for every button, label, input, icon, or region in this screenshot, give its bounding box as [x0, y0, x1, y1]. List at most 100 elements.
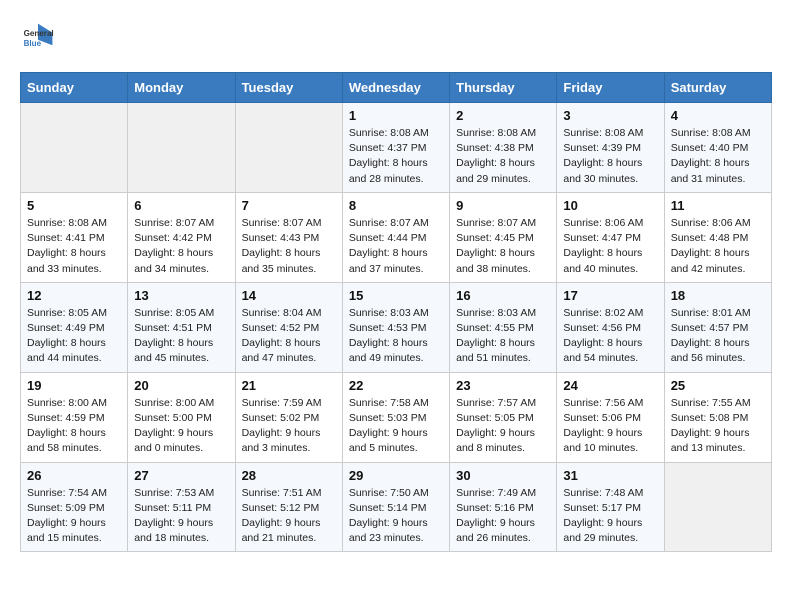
weekday-header-wednesday: Wednesday	[342, 73, 449, 103]
day-info: Sunrise: 7:57 AM Sunset: 5:05 PM Dayligh…	[456, 396, 550, 457]
day-info: Sunrise: 8:00 AM Sunset: 5:00 PM Dayligh…	[134, 396, 228, 457]
day-number: 22	[349, 378, 443, 393]
day-number: 23	[456, 378, 550, 393]
calendar-cell: 31Sunrise: 7:48 AM Sunset: 5:17 PM Dayli…	[557, 462, 664, 552]
day-info: Sunrise: 7:59 AM Sunset: 5:02 PM Dayligh…	[242, 396, 336, 457]
calendar-cell: 18 Sunrise: 8:01 AM Sunset: 4:57 PM Dayli…	[664, 282, 771, 372]
weekday-header-thursday: Thursday	[450, 73, 557, 103]
day-number: 8	[349, 198, 443, 213]
day-info: Sunrise: 8:00 AM Sunset: 4:59 PM Dayligh…	[27, 396, 121, 457]
calendar-cell: 7Sunrise: 8:07 AM Sunset: 4:43 PM Daylig…	[235, 192, 342, 282]
day-info: Sunrise: 7:49 AM Sunset: 5:16 PM Dayligh…	[456, 486, 550, 547]
day-info: Sunrise: 8:07 AM Sunset: 4:44 PM Dayligh…	[349, 216, 443, 277]
day-number: 9	[456, 198, 550, 213]
day-number: 19	[27, 378, 121, 393]
calendar-cell	[21, 103, 128, 193]
day-number: 4	[671, 108, 765, 123]
day-info: Sunrise: 8:08 AM Sunset: 4:38 PM Dayligh…	[456, 126, 550, 187]
calendar-cell: 15 Sunrise: 8:03 AM Sunset: 4:53 PM Dayli…	[342, 282, 449, 372]
calendar-cell: 10 Sunrise: 8:06 AM Sunset: 4:47 PM Dayli…	[557, 192, 664, 282]
day-info: Sunrise: 8:04 AM Sunset: 4:52 PM Dayligh…	[242, 306, 336, 367]
calendar-cell: 11 Sunrise: 8:06 AM Sunset: 4:48 PM Dayli…	[664, 192, 771, 282]
day-info: Sunrise: 8:05 AM Sunset: 4:49 PM Dayligh…	[27, 306, 121, 367]
calendar-cell	[128, 103, 235, 193]
day-info: Sunrise: 7:48 AM Sunset: 5:17 PM Dayligh…	[563, 486, 657, 547]
calendar-cell	[664, 462, 771, 552]
calendar-cell: 22 Sunrise: 7:58 AM Sunset: 5:03 PM Dayli…	[342, 372, 449, 462]
day-info: Sunrise: 7:51 AM Sunset: 5:12 PM Dayligh…	[242, 486, 336, 547]
day-info: Sunrise: 8:08 AM Sunset: 4:41 PM Dayligh…	[27, 216, 121, 277]
day-number: 12	[27, 288, 121, 303]
day-number: 17	[563, 288, 657, 303]
day-number: 5	[27, 198, 121, 213]
calendar-cell: 12 Sunrise: 8:05 AM Sunset: 4:49 PM Dayli…	[21, 282, 128, 372]
weekday-header-tuesday: Tuesday	[235, 73, 342, 103]
calendar-week-4: 19 Sunrise: 8:00 AM Sunset: 4:59 PM Dayli…	[21, 372, 772, 462]
day-number: 30	[456, 468, 550, 483]
calendar-cell: 4 Sunrise: 8:08 AM Sunset: 4:40 PM Daylig…	[664, 103, 771, 193]
day-info: Sunrise: 8:08 AM Sunset: 4:40 PM Dayligh…	[671, 126, 765, 187]
page-header: General Blue	[20, 20, 772, 56]
calendar-cell: 8 Sunrise: 8:07 AM Sunset: 4:44 PM Daylig…	[342, 192, 449, 282]
calendar-cell: 14 Sunrise: 8:04 AM Sunset: 4:52 PM Dayli…	[235, 282, 342, 372]
day-info: Sunrise: 8:05 AM Sunset: 4:51 PM Dayligh…	[134, 306, 228, 367]
day-number: 14	[242, 288, 336, 303]
day-number: 1	[349, 108, 443, 123]
calendar-cell: 1Sunrise: 8:08 AM Sunset: 4:37 PM Daylig…	[342, 103, 449, 193]
day-number: 24	[563, 378, 657, 393]
day-info: Sunrise: 8:07 AM Sunset: 4:42 PM Dayligh…	[134, 216, 228, 277]
calendar-cell: 17 Sunrise: 8:02 AM Sunset: 4:56 PM Dayli…	[557, 282, 664, 372]
calendar-cell: 21 Sunrise: 7:59 AM Sunset: 5:02 PM Dayli…	[235, 372, 342, 462]
svg-text:General: General	[24, 29, 54, 38]
calendar-table: SundayMondayTuesdayWednesdayThursdayFrid…	[20, 72, 772, 552]
calendar-cell: 29Sunrise: 7:50 AM Sunset: 5:14 PM Dayli…	[342, 462, 449, 552]
weekday-header-friday: Friday	[557, 73, 664, 103]
day-info: Sunrise: 8:03 AM Sunset: 4:55 PM Dayligh…	[456, 306, 550, 367]
day-info: Sunrise: 8:01 AM Sunset: 4:57 PM Dayligh…	[671, 306, 765, 367]
day-info: Sunrise: 7:53 AM Sunset: 5:11 PM Dayligh…	[134, 486, 228, 547]
calendar-cell: 9 Sunrise: 8:07 AM Sunset: 4:45 PM Daylig…	[450, 192, 557, 282]
day-number: 26	[27, 468, 121, 483]
calendar-week-3: 12 Sunrise: 8:05 AM Sunset: 4:49 PM Dayli…	[21, 282, 772, 372]
weekday-header-saturday: Saturday	[664, 73, 771, 103]
day-info: Sunrise: 8:06 AM Sunset: 4:47 PM Dayligh…	[563, 216, 657, 277]
logo: General Blue	[20, 20, 56, 56]
weekday-header-monday: Monday	[128, 73, 235, 103]
day-number: 18	[671, 288, 765, 303]
calendar-cell: 6 Sunrise: 8:07 AM Sunset: 4:42 PM Daylig…	[128, 192, 235, 282]
calendar-cell: 2 Sunrise: 8:08 AM Sunset: 4:38 PM Daylig…	[450, 103, 557, 193]
calendar-header-row: SundayMondayTuesdayWednesdayThursdayFrid…	[21, 73, 772, 103]
day-number: 20	[134, 378, 228, 393]
day-number: 2	[456, 108, 550, 123]
day-info: Sunrise: 8:06 AM Sunset: 4:48 PM Dayligh…	[671, 216, 765, 277]
day-info: Sunrise: 7:55 AM Sunset: 5:08 PM Dayligh…	[671, 396, 765, 457]
day-info: Sunrise: 8:02 AM Sunset: 4:56 PM Dayligh…	[563, 306, 657, 367]
calendar-cell: 24 Sunrise: 7:56 AM Sunset: 5:06 PM Dayli…	[557, 372, 664, 462]
day-number: 28	[242, 468, 336, 483]
day-number: 25	[671, 378, 765, 393]
day-number: 6	[134, 198, 228, 213]
day-number: 11	[671, 198, 765, 213]
day-number: 27	[134, 468, 228, 483]
calendar-week-5: 26Sunrise: 7:54 AM Sunset: 5:09 PM Dayli…	[21, 462, 772, 552]
day-info: Sunrise: 8:03 AM Sunset: 4:53 PM Dayligh…	[349, 306, 443, 367]
day-info: Sunrise: 7:56 AM Sunset: 5:06 PM Dayligh…	[563, 396, 657, 457]
day-number: 21	[242, 378, 336, 393]
day-number: 29	[349, 468, 443, 483]
calendar-cell	[235, 103, 342, 193]
day-info: Sunrise: 7:58 AM Sunset: 5:03 PM Dayligh…	[349, 396, 443, 457]
calendar-cell: 26Sunrise: 7:54 AM Sunset: 5:09 PM Dayli…	[21, 462, 128, 552]
day-number: 15	[349, 288, 443, 303]
day-number: 13	[134, 288, 228, 303]
calendar-cell: 23 Sunrise: 7:57 AM Sunset: 5:05 PM Dayli…	[450, 372, 557, 462]
day-info: Sunrise: 8:07 AM Sunset: 4:45 PM Dayligh…	[456, 216, 550, 277]
calendar-cell: 13 Sunrise: 8:05 AM Sunset: 4:51 PM Dayli…	[128, 282, 235, 372]
day-number: 7	[242, 198, 336, 213]
calendar-cell: 27 Sunrise: 7:53 AM Sunset: 5:11 PM Dayli…	[128, 462, 235, 552]
calendar-cell: 20 Sunrise: 8:00 AM Sunset: 5:00 PM Dayli…	[128, 372, 235, 462]
day-number: 3	[563, 108, 657, 123]
calendar-cell: 19 Sunrise: 8:00 AM Sunset: 4:59 PM Dayli…	[21, 372, 128, 462]
logo-icon: General Blue	[20, 20, 56, 56]
svg-text:Blue: Blue	[24, 39, 42, 48]
day-number: 10	[563, 198, 657, 213]
